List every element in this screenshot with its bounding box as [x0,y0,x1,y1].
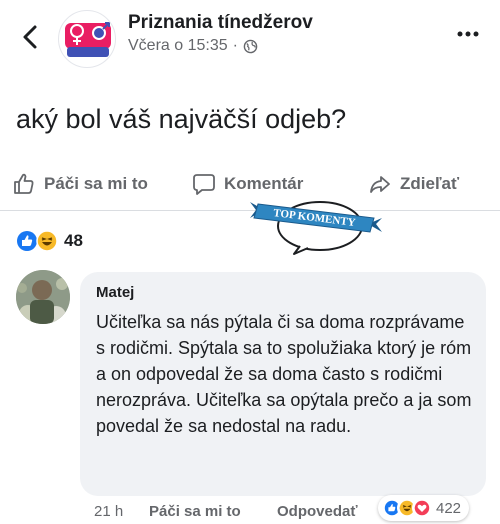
haha-icon [36,230,58,252]
comment-footer: 21 h Páči sa mi to Odpovedať 422 [94,495,484,521]
chevron-left-icon [23,25,37,49]
page-avatar[interactable] [58,10,116,68]
back-button[interactable] [18,22,42,52]
like-button[interactable]: Páči sa mi to [12,172,148,196]
love-icon [412,498,432,518]
share-button[interactable]: Zdieľať [368,172,459,196]
comment-icon [193,174,215,195]
share-arrow-icon [370,176,390,193]
comment-text: Učiteľka sa nás pýtala či sa doma rozprá… [96,312,472,436]
like-label: Páči sa mi to [44,174,148,193]
reaction-count: 48 [64,231,83,250]
top-komenty-sticker: TOP KOMENTY [246,196,386,256]
commenter-avatar[interactable] [16,270,70,324]
more-options-button[interactable] [456,26,480,42]
comment-reaction-count: 422 [436,499,462,517]
post-header: Priznania tínedžerov Včera o 15:35 · [0,0,500,80]
comment-reply-button[interactable]: Odpovedať [277,503,358,520]
post-meta: Včera o 15:35 · [128,37,258,55]
page-logo [65,22,111,57]
commenter-name[interactable]: Matej [96,284,472,301]
comment-time[interactable]: 21 h [94,503,123,520]
post-timestamp[interactable]: Včera o 15:35 [128,37,228,55]
comment-button[interactable]: Komentár [192,172,303,196]
post-reactions[interactable]: 48 [16,230,83,252]
thumbs-up-icon [14,173,34,194]
like-icon [17,231,37,251]
post-text: aký bol váš najväčší odjeb? [16,104,347,134]
comment-reactions[interactable]: 422 [378,495,470,521]
share-label: Zdieľať [400,174,460,193]
globe-icon [243,39,258,53]
meta-separator: · [232,37,238,54]
comment-bubble: Matej Učiteľka sa nás pýtala či sa doma … [80,272,486,496]
comment-like-button[interactable]: Páči sa mi to [149,503,241,520]
page-name[interactable]: Priznania tínedžerov [128,12,313,34]
avatar-photo [16,270,70,324]
more-dots-icon [457,31,479,37]
comment-label: Komentár [224,174,304,193]
